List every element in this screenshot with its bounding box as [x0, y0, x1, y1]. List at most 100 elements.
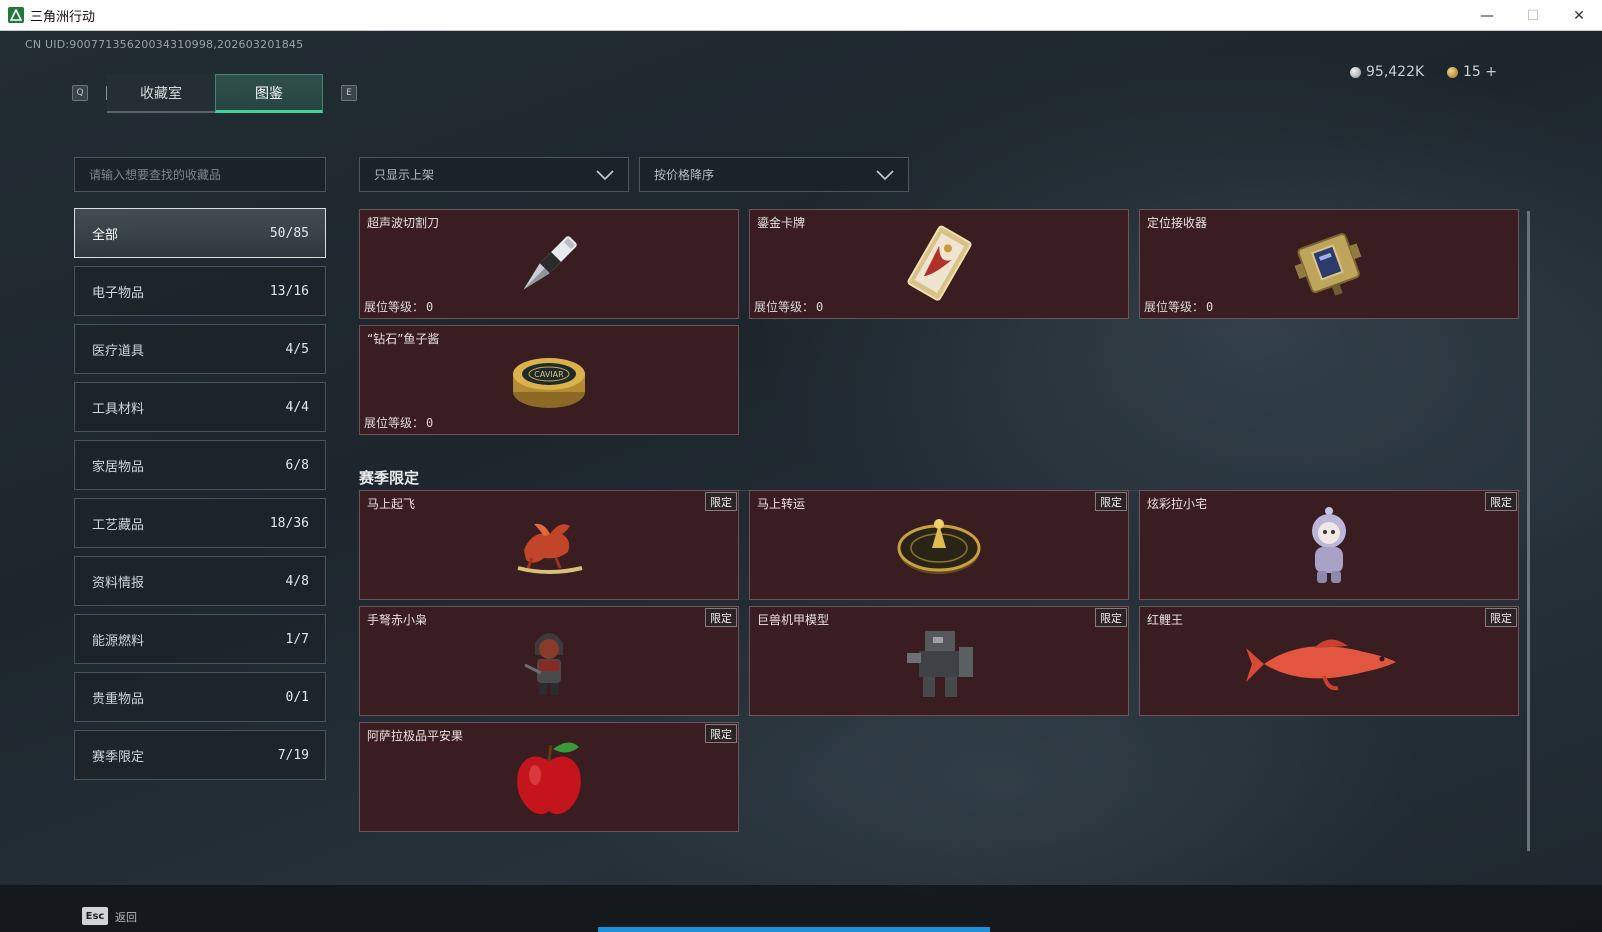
category-label: 贵重物品	[92, 691, 145, 707]
item-card[interactable]: 鎏金卡牌 展位等级： 0	[749, 209, 1129, 319]
item-level: 展位等级： 0	[1144, 300, 1214, 314]
window-controls: — ☐ ✕	[1464, 0, 1602, 31]
ultrasonic-knife-icon	[523, 236, 577, 290]
astronaut-doll-icon	[1312, 507, 1346, 583]
category-season[interactable]: 赛季限定 7/19	[74, 730, 326, 780]
category-count: 0/1	[285, 689, 309, 705]
crossbow-figure-icon	[524, 633, 563, 695]
game-area: CN UID:90077135620034310998,202603201845…	[0, 31, 1602, 932]
main-tabs: 收藏室 图鉴	[107, 74, 323, 113]
minimize-button[interactable]: —	[1464, 0, 1510, 31]
gold-coin-icon	[1447, 66, 1458, 78]
category-intel[interactable]: 资料情报 4/8	[74, 556, 326, 606]
category-valuables[interactable]: 贵重物品 0/1	[74, 672, 326, 722]
item-level: 展位等级： 0	[754, 300, 824, 314]
item-name: 超声波切割刀	[367, 216, 440, 230]
close-button[interactable]: ✕	[1556, 0, 1602, 31]
silver-amount: 95,422K	[1366, 64, 1425, 80]
category-all[interactable]: 全部 50/85	[74, 208, 326, 258]
shelf-filter-dropdown[interactable]: 只显示上架	[359, 157, 629, 192]
app-logo-icon	[8, 7, 24, 23]
item-card[interactable]: 超声波切割刀 展位等级： 0	[359, 209, 739, 319]
category-count: 1/7	[285, 631, 309, 647]
tab-catalog[interactable]: 图鉴	[215, 74, 323, 113]
tab-prev-key-hint: Q	[72, 85, 88, 101]
category-fuel[interactable]: 能源燃料 1/7	[74, 614, 326, 664]
category-label: 电子物品	[92, 285, 145, 301]
loading-progress-bar	[598, 927, 990, 932]
tab-collection-room[interactable]: 收藏室	[107, 74, 215, 113]
category-label: 工艺藏品	[92, 517, 145, 533]
esc-key-hint[interactable]: Esc	[82, 907, 108, 925]
chevron-down-icon	[876, 169, 894, 180]
item-name: 巨兽机甲模型	[757, 613, 830, 627]
category-count: 50/85	[269, 225, 309, 241]
category-electronics[interactable]: 电子物品 13/16	[74, 266, 326, 316]
fortune-wheel-icon	[897, 519, 981, 574]
window-titlebar: 三角洲行动 — ☐ ✕	[0, 0, 1602, 31]
category-label: 资料情报	[92, 575, 145, 591]
search-box[interactable]	[74, 157, 326, 192]
scrollbar-thumb[interactable]	[1527, 211, 1530, 851]
caviar-tin-icon: CAVIAR	[513, 358, 585, 408]
svg-text:CAVIAR: CAVIAR	[534, 370, 564, 379]
item-name: 红鲤王	[1147, 613, 1184, 627]
category-count: 13/16	[269, 283, 309, 299]
category-tools[interactable]: 工具材料 4/4	[74, 382, 326, 432]
item-name: 阿萨拉极品平安果	[367, 729, 464, 743]
limited-badge: 限定	[1485, 492, 1517, 511]
category-count: 4/8	[285, 573, 309, 589]
sort-dropdown[interactable]: 按价格降序	[639, 157, 909, 192]
uid-label: CN UID:90077135620034310998,202603201845	[25, 38, 304, 51]
season-item-card[interactable]: 红鲤王 限定	[1139, 606, 1519, 716]
item-name: 定位接收器	[1147, 216, 1208, 230]
season-item-card[interactable]: 炫彩拉小宅 限定	[1139, 490, 1519, 600]
shelf-filter-value: 只显示上架	[374, 168, 435, 182]
gold-amount: 15 +	[1463, 64, 1497, 80]
red-apple-icon	[517, 742, 581, 815]
item-card[interactable]: 定位接收器 展位等级： 0	[1139, 209, 1519, 319]
sort-value: 按价格降序	[654, 168, 715, 182]
category-count: 7/19	[277, 747, 309, 763]
flying-horse-icon	[517, 523, 583, 574]
category-count: 6/8	[285, 457, 309, 473]
season-item-card[interactable]: 马上转运 限定	[749, 490, 1129, 600]
category-label: 能源燃料	[92, 633, 145, 649]
search-input[interactable]	[89, 167, 311, 182]
scrollbar[interactable]	[1527, 211, 1530, 851]
limited-badge: 限定	[705, 724, 737, 743]
season-item-card[interactable]: 手弩赤小枭 限定	[359, 606, 739, 716]
item-name: 鎏金卡牌	[757, 216, 806, 230]
category-medical[interactable]: 医疗道具 4/5	[74, 324, 326, 374]
limited-badge: 限定	[1095, 608, 1127, 627]
footer-bar: Esc 返回	[0, 885, 1602, 932]
category-label: 家居物品	[92, 459, 145, 475]
category-label: 医疗道具	[92, 343, 145, 359]
locator-receiver-icon	[1294, 233, 1362, 296]
limited-badge: 限定	[705, 492, 737, 511]
season-item-card[interactable]: 马上起飞 限定	[359, 490, 739, 600]
maximize-button[interactable]: ☐	[1510, 0, 1556, 31]
limited-badge: 限定	[1485, 608, 1517, 627]
gold-currency[interactable]: 15 +	[1447, 64, 1497, 80]
season-item-card[interactable]: 阿萨拉极品平安果 限定	[359, 722, 739, 832]
category-label: 工具材料	[92, 401, 145, 417]
tab-next-key-hint: E	[341, 85, 357, 101]
season-item-card[interactable]: 巨兽机甲模型 限定	[749, 606, 1129, 716]
item-name: 手弩赤小枭	[367, 613, 428, 627]
category-crafts[interactable]: 工艺藏品 18/36	[74, 498, 326, 548]
back-label[interactable]: 返回	[115, 909, 137, 925]
silver-coin-icon	[1350, 66, 1361, 78]
season-section-title: 赛季限定	[359, 469, 420, 487]
item-card[interactable]: “钻石”鱼子酱 CAVIAR 展位等级： 0	[359, 325, 739, 435]
item-name: 马上转运	[757, 497, 806, 511]
category-count: 4/5	[285, 341, 309, 357]
red-carp-icon	[1246, 639, 1396, 691]
window-title: 三角洲行动	[30, 9, 96, 25]
item-name: 马上起飞	[367, 497, 416, 511]
item-name: 炫彩拉小宅	[1147, 497, 1208, 511]
silver-currency: 95,422K	[1350, 64, 1424, 80]
category-household[interactable]: 家居物品 6/8	[74, 440, 326, 490]
category-label: 全部	[92, 227, 119, 243]
chevron-down-icon	[596, 169, 614, 180]
